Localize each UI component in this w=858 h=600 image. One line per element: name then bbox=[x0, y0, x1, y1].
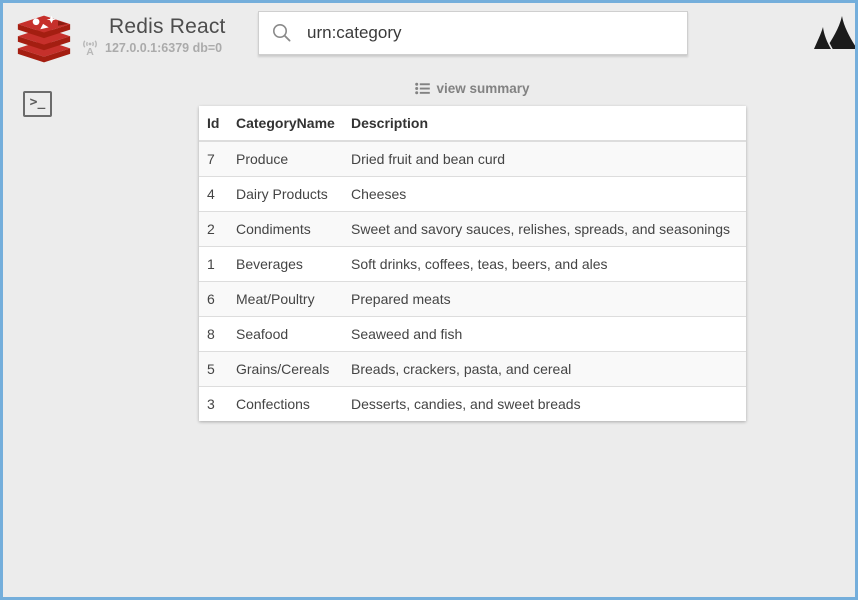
table-row[interactable]: 8 Seafood Seaweed and fish bbox=[199, 316, 746, 352]
terminal-icon[interactable]: >_ bbox=[23, 91, 52, 117]
cell-description: Cheeses bbox=[343, 176, 746, 212]
cell-name: Condiments bbox=[228, 211, 343, 247]
main-content: view summary Id CategoryName Description… bbox=[199, 81, 746, 421]
table-row[interactable]: 5 Grains/Cereals Breads, crackers, pasta, … bbox=[199, 351, 746, 387]
redis-logo-icon bbox=[17, 15, 71, 63]
shark-fin-icon bbox=[813, 16, 855, 50]
table-row[interactable]: 4 Dairy Products Cheeses bbox=[199, 176, 746, 212]
cell-name: Seafood bbox=[228, 316, 343, 352]
cell-id: 3 bbox=[199, 386, 228, 421]
search-icon bbox=[273, 24, 291, 42]
column-header-categoryname[interactable]: CategoryName bbox=[228, 106, 343, 142]
column-header-id[interactable]: Id bbox=[199, 106, 228, 142]
table-body: 7 Produce Dried fruit and bean curd 4 Dairy … bbox=[199, 140, 746, 421]
cell-description: Soft drinks, coffees, teas, beers, and a… bbox=[343, 246, 746, 282]
cell-id: 8 bbox=[199, 316, 228, 352]
table-header-row: Id CategoryName Description bbox=[199, 106, 746, 142]
cell-description: Seaweed and fish bbox=[343, 316, 746, 352]
cell-description: Sweet and savory sauces, relishes, sprea… bbox=[343, 211, 746, 247]
view-summary-link[interactable]: view summary bbox=[199, 81, 746, 96]
search-bar[interactable] bbox=[258, 11, 688, 55]
page-title: Redis React bbox=[109, 15, 226, 38]
column-header-description[interactable]: Description bbox=[343, 106, 746, 142]
view-summary-label: view summary bbox=[436, 81, 530, 96]
table-row[interactable]: 1 Beverages Soft drinks, coffees, teas, be… bbox=[199, 246, 746, 282]
table-row[interactable]: 2 Condiments Sweet and savory sauces, reli… bbox=[199, 211, 746, 247]
cell-description: Prepared meats bbox=[343, 281, 746, 317]
cell-description: Dried fruit and bean curd bbox=[343, 140, 746, 177]
cell-id: 1 bbox=[199, 246, 228, 282]
search-input[interactable] bbox=[307, 23, 675, 43]
cell-name: Meat/Poultry bbox=[228, 281, 343, 317]
table-row[interactable]: 6 Meat/Poultry Prepared meats bbox=[199, 281, 746, 317]
cell-name: Dairy Products bbox=[228, 176, 343, 212]
cell-description: Desserts, candies, and sweet breads bbox=[343, 386, 746, 421]
list-icon bbox=[415, 82, 431, 95]
cell-id: 2 bbox=[199, 211, 228, 247]
cell-id: 4 bbox=[199, 176, 228, 212]
cell-name: Beverages bbox=[228, 246, 343, 282]
cell-name: Grains/Cereals bbox=[228, 351, 343, 387]
cell-description: Breads, crackers, pasta, and cereal bbox=[343, 351, 746, 387]
cell-id: 5 bbox=[199, 351, 228, 387]
svg-text:A: A bbox=[86, 46, 94, 56]
antenna-icon: A bbox=[83, 40, 97, 56]
connection-address: 127.0.0.1:6379 db=0 bbox=[105, 41, 223, 55]
cell-name: Produce bbox=[228, 140, 343, 177]
cell-id: 6 bbox=[199, 281, 228, 317]
connection-status: A 127.0.0.1:6379 db=0 bbox=[80, 40, 222, 56]
table-row[interactable]: 7 Produce Dried fruit and bean curd bbox=[199, 140, 746, 177]
cell-name: Confections bbox=[228, 386, 343, 421]
cell-id: 7 bbox=[199, 140, 228, 177]
table-row[interactable]: 3 Confections Desserts, candies, and sweet… bbox=[199, 386, 746, 421]
results-table: Id CategoryName Description 7 Produce Drie… bbox=[199, 106, 746, 421]
app-window: Redis React A 127.0.0.1:6379 db=0 >_ bbox=[0, 0, 858, 600]
